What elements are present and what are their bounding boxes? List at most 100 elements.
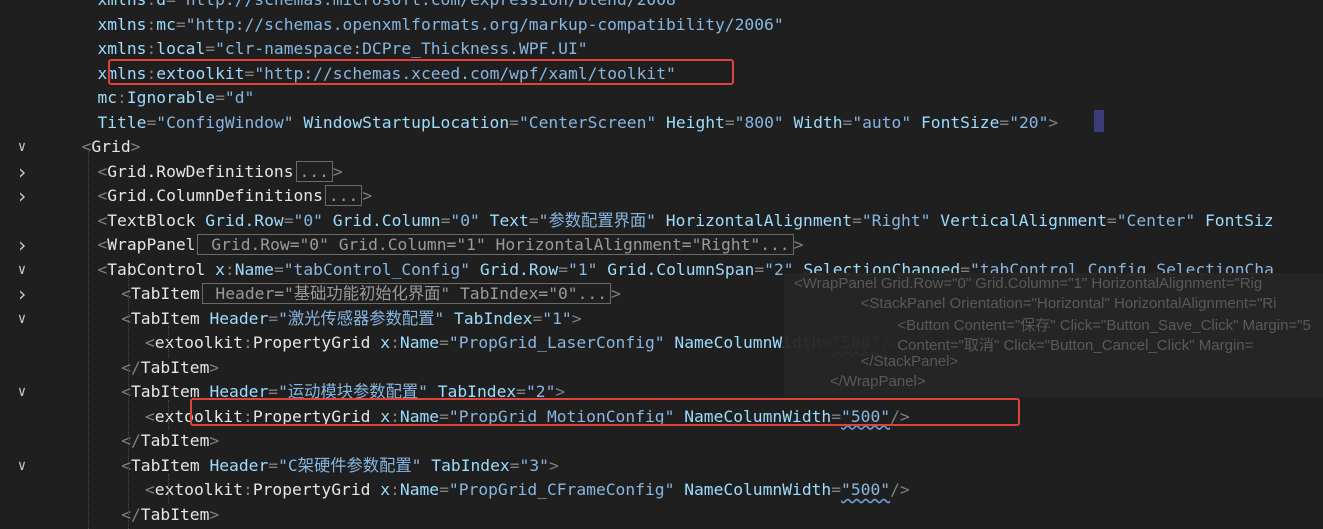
code-token: WrapPanel (107, 235, 196, 254)
code-token: > (332, 161, 343, 181)
code-token: = (558, 259, 569, 279)
code-token: "20" (1009, 112, 1049, 132)
code-token: Grid.Row (479, 259, 559, 279)
code-token: : (390, 480, 400, 499)
code-token: Name (399, 480, 440, 499)
code-token: "d" (224, 88, 255, 107)
code-line[interactable]: xmlns:mc="http://schemas.openxmlformats.… (0, 13, 1323, 38)
code-token: d (156, 0, 166, 9)
code-token: Title (97, 112, 147, 132)
code-line[interactable]: <TextBlock Grid.Row="0" Grid.Column="0" … (0, 209, 1323, 234)
code-token: PropertyGrid (252, 480, 371, 499)
code-token: x (380, 480, 391, 499)
fold-chevron-down-icon[interactable]: ∨ (14, 307, 30, 332)
code-token: = (754, 259, 765, 279)
code-line[interactable]: › <WrapPanel Grid.Row="0" Grid.Column="1"… (0, 233, 1323, 258)
collapsed-region[interactable]: Grid.Row="0" Grid.Column="1" HorizontalA… (197, 234, 794, 255)
code-token: Text (489, 210, 529, 230)
code-token: Grid.ColumnSpan (607, 259, 755, 279)
code-token: TabIndex (431, 455, 510, 475)
code-text: <TextBlock Grid.Row="0" Grid.Column="0" … (97, 209, 1273, 234)
collapsed-region[interactable]: ... (295, 160, 333, 182)
fold-chevron-down-icon[interactable]: ∨ (14, 258, 30, 283)
code-token: < (121, 382, 131, 401)
code-line[interactable]: › <Grid.ColumnDefinitions... > (0, 184, 1323, 209)
code-line[interactable]: <extoolkit:PropertyGrid x:Name="PropGrid… (0, 478, 1323, 503)
code-token: "CenterScreen" (518, 112, 657, 132)
code-token: < (81, 137, 92, 156)
code-text: <extoolkit:PropertyGrid x:Name="PropGrid… (145, 478, 910, 503)
code-line[interactable]: › <Grid.RowDefinitions... > (0, 160, 1323, 185)
code-token: TabItem (140, 504, 210, 524)
code-token: = (509, 455, 520, 475)
code-text: xmlns:d="http://schemas.microsoft.com/ex… (97, 0, 685, 13)
code-token: : (224, 259, 235, 279)
code-token: > (209, 357, 220, 377)
code-token: Height (666, 112, 725, 132)
code-line[interactable]: ∨ <TabItem Header="C架硬件参数配置" TabIndex="3"… (0, 454, 1323, 479)
code-token: "1" (542, 308, 572, 328)
code-token: > (362, 186, 373, 205)
collapsed-region[interactable]: Header="基础功能初始化界面" TabIndex="0"... (201, 283, 612, 304)
fold-chevron-right-icon[interactable]: › (14, 233, 30, 258)
code-line[interactable]: </TabItem> (0, 503, 1323, 528)
code-line[interactable]: Title="ConfigWindow" WindowStartupLocati… (0, 111, 1323, 136)
code-token: : (117, 88, 127, 107)
code-token: TabControl (107, 259, 206, 279)
code-editor[interactable]: xmlns:d="http://schemas.microsoft.com/ex… (0, 0, 1323, 529)
fold-chevron-right-icon[interactable]: › (14, 282, 30, 307)
fold-chevron-down-icon[interactable]: ∨ (14, 380, 30, 405)
code-token: = (532, 308, 543, 328)
code-token: < (97, 210, 108, 230)
code-token: : (243, 333, 253, 352)
code-token: : (390, 333, 400, 352)
code-line[interactable]: mc:Ignorable="d" (0, 86, 1323, 111)
fold-chevron-down-icon[interactable]: ∨ (14, 135, 30, 160)
collapsed-region[interactable]: ... (324, 185, 363, 206)
code-token: "http://schemas.microsoft.com/expression… (176, 0, 686, 9)
code-token: TabItem (131, 308, 200, 328)
code-token: Grid.Column (332, 210, 441, 230)
code-token: "0" (450, 210, 480, 230)
code-token: </ (121, 357, 141, 377)
code-token: = (440, 210, 451, 230)
code-token: < (144, 333, 155, 352)
code-token: = (175, 14, 186, 34)
code-line[interactable]: </TabItem> (0, 429, 1323, 454)
code-token: = (439, 333, 449, 352)
code-token: = (852, 210, 862, 230)
highlight-box-namespace (108, 59, 734, 85)
code-token: Header (209, 455, 269, 475)
fold-chevron-down-icon[interactable]: ∨ (14, 454, 30, 479)
code-token: < (97, 186, 108, 205)
code-token: > (209, 431, 220, 450)
code-token: TabItem (131, 382, 200, 401)
code-line[interactable]: ∨ <Grid> (0, 135, 1323, 160)
code-token: "PropGrid_LaserConfig" (448, 333, 665, 352)
code-token: WindowStartupLocation (303, 112, 510, 132)
code-token: Name (399, 333, 440, 352)
code-text: <TabItem Header="基础功能初始化界面" TabIndex="0"… (121, 282, 621, 307)
code-line[interactable]: xmlns:local="clr-namespace:DCPre_Thickne… (0, 37, 1323, 62)
code-token: > (1048, 112, 1059, 132)
code-token: < (144, 480, 155, 499)
code-token: = (724, 112, 735, 132)
code-line[interactable]: xmlns:d="http://schemas.microsoft.com/ex… (0, 0, 1323, 13)
code-token: = (268, 455, 279, 475)
code-text: xmlns:mc="http://schemas.openxmlformats.… (97, 13, 783, 38)
code-token: </ (121, 431, 141, 450)
fold-chevron-right-icon[interactable]: › (14, 184, 30, 209)
code-token: > (611, 284, 621, 303)
indent-guide (168, 326, 169, 358)
code-token: FontSize (920, 112, 1000, 132)
fold-chevron-right-icon[interactable]: › (14, 160, 30, 185)
code-token: = (166, 0, 176, 9)
